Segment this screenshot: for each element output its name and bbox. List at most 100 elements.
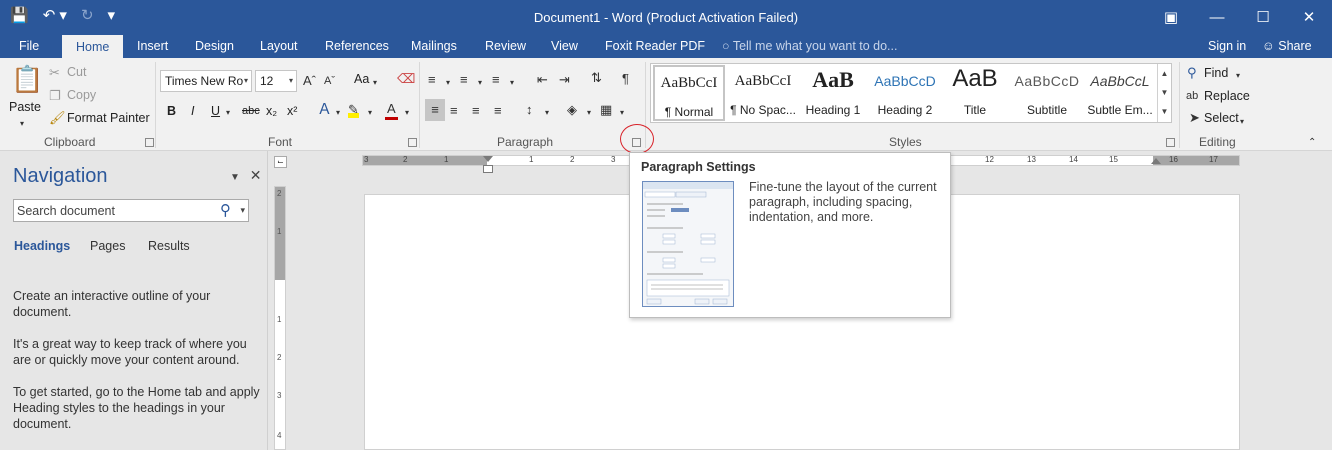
style-subtitle[interactable]: AaBbCcD Subtitle xyxy=(1011,65,1083,121)
style-normal[interactable]: AaBbCcI ¶ Normal xyxy=(653,65,725,121)
replace-button[interactable]: Replace xyxy=(1204,89,1250,103)
tab-selector-button[interactable]: ⌙ xyxy=(274,156,287,168)
chevron-down-icon[interactable]: ▼ xyxy=(230,172,240,183)
sign-in-link[interactable]: Sign in xyxy=(1208,34,1246,58)
borders-icon[interactable]: ▦ xyxy=(600,102,612,118)
paste-button[interactable]: Paste xyxy=(9,100,41,114)
format-painter-icon[interactable]: 🖌 xyxy=(49,110,66,126)
font-launcher-icon[interactable] xyxy=(408,138,417,147)
share-button[interactable]: ☺ Share xyxy=(1262,34,1312,58)
align-center-icon[interactable]: ≡ xyxy=(450,103,458,119)
ribbon-display-icon[interactable]: ▣ xyxy=(1148,0,1194,34)
tab-foxit-reader-pdf[interactable]: Foxit Reader PDF xyxy=(605,34,705,58)
clipboard-paste-icon[interactable]: 📋 xyxy=(11,64,43,94)
underline-button[interactable]: U xyxy=(211,104,220,118)
cut-button[interactable]: Cut xyxy=(67,65,86,79)
shrink-font-icon[interactable]: Aˇ xyxy=(324,73,335,89)
more-styles-icon[interactable]: ▼ xyxy=(1158,102,1171,121)
restore-icon[interactable]: ☐ xyxy=(1240,0,1286,34)
search-input[interactable]: Search document ⚲ ▾ xyxy=(13,199,249,222)
pilcrow-icon[interactable]: ¶ xyxy=(622,71,629,87)
tab-pages[interactable]: Pages xyxy=(90,239,125,253)
tab-review[interactable]: Review xyxy=(485,34,526,58)
tab-insert[interactable]: Insert xyxy=(137,34,168,58)
change-case-button[interactable]: Aa xyxy=(354,72,369,86)
scissors-icon[interactable]: ✂ xyxy=(49,65,60,81)
chevron-down-icon[interactable]: ▾ xyxy=(620,105,624,121)
superscript-button[interactable]: x² xyxy=(287,104,297,118)
styles-scrollbar[interactable]: ▲ ▼ ▼ xyxy=(1157,64,1171,122)
text-effects-icon[interactable]: Ａ xyxy=(317,102,332,118)
chevron-down-icon[interactable]: ▾ xyxy=(478,75,482,91)
close-icon[interactable]: ✕ xyxy=(1286,0,1332,34)
chevron-down-icon[interactable]: ▾ xyxy=(510,75,514,91)
style-no-spacing[interactable]: AaBbCcI ¶ No Spac... xyxy=(727,65,799,121)
align-left-icon[interactable]: ≡ xyxy=(425,99,445,121)
styles-launcher-icon[interactable] xyxy=(1166,138,1175,147)
left-indent-marker[interactable] xyxy=(483,165,493,173)
highlight-color-icon[interactable]: ✎ xyxy=(348,102,359,118)
italic-button[interactable]: I xyxy=(191,104,194,118)
chevron-up-icon[interactable]: ▲ xyxy=(1158,64,1171,83)
chevron-down-icon[interactable]: ▾ xyxy=(545,105,549,121)
replace-icon[interactable]: ab xyxy=(1186,88,1198,104)
copy-button[interactable]: Copy xyxy=(67,88,96,102)
select-button[interactable]: Select xyxy=(1204,111,1239,125)
font-size-select[interactable]: 12 ▾ xyxy=(255,70,297,92)
find-icon[interactable]: ⚲ xyxy=(1187,65,1197,81)
subscript-button[interactable]: x₂ xyxy=(266,104,277,118)
tab-layout[interactable]: Layout xyxy=(260,34,298,58)
bold-button[interactable]: B xyxy=(167,104,176,118)
numbering-icon[interactable]: ≡ xyxy=(460,72,468,88)
shading-icon[interactable]: ◈ xyxy=(567,102,577,118)
close-icon[interactable]: ✕ xyxy=(250,167,262,183)
right-indent-marker[interactable] xyxy=(1151,158,1161,164)
chevron-down-icon[interactable]: ▼ xyxy=(1158,83,1171,102)
chevron-down-icon[interactable]: ▾ xyxy=(240,205,245,216)
increase-indent-icon[interactable]: ⇥ xyxy=(559,72,570,88)
tab-references[interactable]: References xyxy=(325,34,389,58)
font-name-select[interactable]: Times New Ro ▾ xyxy=(160,70,252,92)
chevron-down-icon[interactable]: ▾ xyxy=(405,105,409,121)
tab-headings[interactable]: Headings xyxy=(14,239,70,253)
clear-formatting-icon[interactable]: ⌫ xyxy=(397,71,415,87)
paste-dropdown-icon[interactable]: ▾ xyxy=(20,116,24,132)
chevron-down-icon[interactable]: ▾ xyxy=(587,105,591,121)
chevron-down-icon[interactable]: ▾ xyxy=(226,105,230,121)
tab-mailings[interactable]: Mailings xyxy=(411,34,457,58)
tab-home[interactable]: Home xyxy=(62,35,124,58)
clipboard-launcher-icon[interactable] xyxy=(145,138,154,147)
tell-me-box[interactable]: ○ Tell me what you want to do... xyxy=(722,34,897,58)
chevron-down-icon[interactable]: ▾ xyxy=(1236,68,1240,84)
collapse-ribbon-icon[interactable]: ⌃ xyxy=(1308,135,1316,151)
minimize-icon[interactable]: — xyxy=(1194,0,1240,34)
cursor-icon[interactable]: ➤ xyxy=(1189,110,1200,126)
tab-design[interactable]: Design xyxy=(195,34,234,58)
bullets-icon[interactable]: ≡ xyxy=(428,72,436,88)
search-icon[interactable]: ⚲ xyxy=(220,201,231,219)
chevron-down-icon[interactable]: ▾ xyxy=(336,105,340,121)
sort-icon[interactable]: ⇅ xyxy=(591,70,602,86)
align-right-icon[interactable]: ≡ xyxy=(472,103,480,119)
style-title[interactable]: AaB Title xyxy=(939,65,1011,121)
font-color-icon[interactable]: A xyxy=(385,101,398,120)
multilevel-list-icon[interactable]: ≡ xyxy=(492,72,500,88)
chevron-down-icon[interactable]: ▾ xyxy=(368,105,372,121)
first-line-indent-marker[interactable] xyxy=(483,156,493,162)
line-spacing-icon[interactable]: ↕ xyxy=(526,102,533,118)
justify-icon[interactable]: ≡ xyxy=(494,103,502,119)
copy-icon[interactable]: ❐ xyxy=(49,88,61,104)
chevron-down-icon[interactable]: ▾ xyxy=(1240,114,1244,130)
strikethrough-button[interactable]: abc xyxy=(242,105,260,117)
style-subtle-emphasis[interactable]: AaBbCcL Subtle Em... xyxy=(1083,65,1157,121)
find-button[interactable]: Find xyxy=(1204,66,1228,80)
style-heading-2[interactable]: AaBbCcD Heading 2 xyxy=(869,65,941,121)
tab-view[interactable]: View xyxy=(551,34,578,58)
chevron-down-icon[interactable]: ▾ xyxy=(446,75,450,91)
tab-file[interactable]: File xyxy=(19,34,39,58)
chevron-down-icon[interactable]: ▾ xyxy=(373,75,377,91)
style-heading-1[interactable]: AaB Heading 1 xyxy=(797,65,869,121)
grow-font-icon[interactable]: Aˆ xyxy=(303,73,316,89)
tab-results[interactable]: Results xyxy=(148,239,190,253)
decrease-indent-icon[interactable]: ⇤ xyxy=(537,72,548,88)
